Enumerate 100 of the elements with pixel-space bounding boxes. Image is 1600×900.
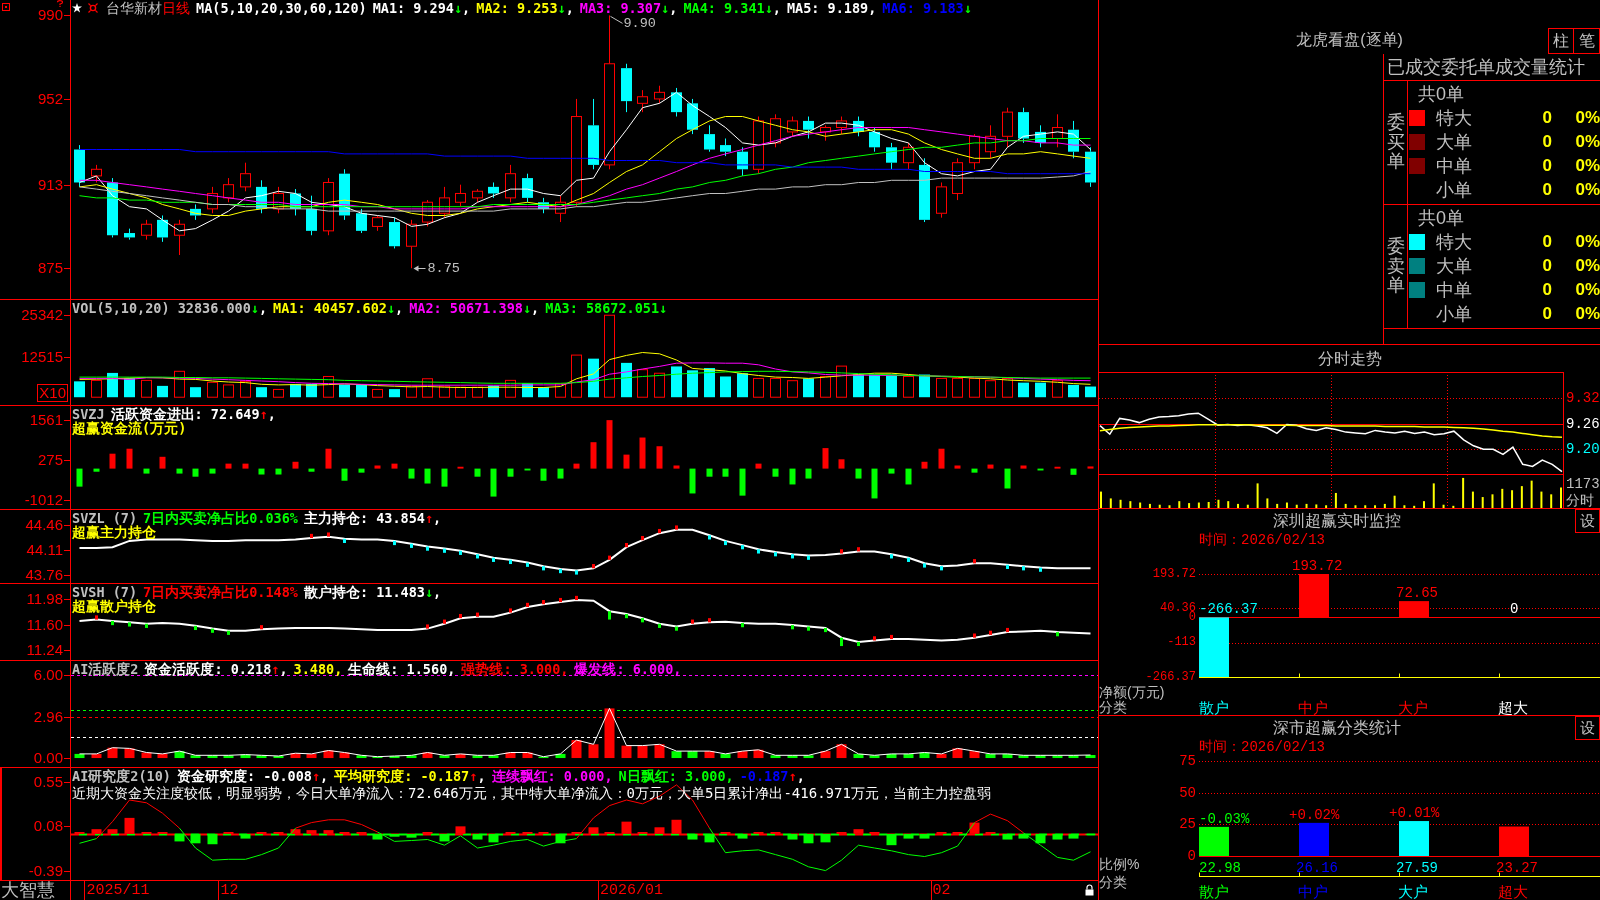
legend-entry: 超赢散户持仓 — [72, 599, 156, 613]
star-icon — [72, 3, 82, 13]
order-share: 0% — [1575, 280, 1600, 300]
research-bar — [389, 833, 400, 837]
order-type: 中单 — [1436, 155, 1472, 177]
research-bar — [886, 833, 897, 846]
signal-tick — [641, 618, 644, 623]
axis-label: 25 — [1179, 817, 1196, 832]
activity-bar — [389, 755, 400, 759]
axis-label: 40.36 — [1160, 603, 1196, 613]
signal-tick — [128, 622, 131, 627]
activity-bar — [903, 753, 914, 759]
flow-bar — [673, 465, 680, 469]
research-bar — [1035, 833, 1046, 844]
candle — [306, 195, 317, 236]
signal-tick — [260, 625, 263, 630]
candle — [372, 214, 383, 232]
volume-bar — [74, 381, 85, 398]
chart-pane[interactable]: 1561 275 -1012 SVZJ 活跃资金进出: 72.649↑, 超赢资金流(万元) — [0, 405, 1098, 509]
legend-entry: 超赢资金流(万元) — [72, 421, 187, 435]
volume-bar — [588, 358, 599, 398]
candle — [273, 186, 284, 214]
signal-tick — [95, 615, 98, 620]
flow-bar — [606, 420, 613, 469]
volume-bar — [157, 385, 168, 398]
volume-caption: 分时 — [1566, 493, 1594, 507]
volume-bar — [555, 383, 566, 398]
value-label: 0 — [1510, 602, 1519, 617]
flow-bar — [706, 468, 713, 477]
table-title: 已成交委托单成交量统计 — [1387, 56, 1585, 78]
chart-pane[interactable]: 44.46 44.11 43.76 SVZL (7) 7日内买卖净占比0.036% 主力持仓: 43.854↑, 超赢主力持仓 — [0, 509, 1098, 583]
legend-entry: 7日内买卖净占比0.036% — [143, 511, 298, 525]
signal-tick — [857, 547, 860, 552]
legend-entry: MA2: 9.253↓, — [476, 1, 574, 15]
candle — [290, 188, 301, 216]
signal-tick — [873, 636, 876, 641]
volume-bar — [1035, 382, 1046, 398]
flow-bar — [838, 459, 845, 469]
activity-bar — [488, 755, 499, 759]
legend-entry: 3.480, — [293, 662, 343, 676]
signal-tick — [625, 543, 628, 548]
candle — [107, 177, 118, 238]
axis-label: 50 — [1179, 785, 1196, 800]
date-label: 2025/11 — [86, 883, 150, 898]
signal-tick — [840, 637, 843, 647]
mode-button[interactable]: 柱 — [1548, 28, 1574, 54]
chart-pane[interactable]: 990 952 913 875 9.90 8.75 台华新材日线 MA(5,10,20,30,60,120) MA1: 9.294↓, MA2: 9.253↓, MA3: 9.307↓, MA4: 9.341↓, MA5: 9.189, MA6: 9.183↓ — [0, 0, 1098, 299]
research-bar — [207, 833, 218, 845]
research-bar — [671, 819, 682, 834]
signal-tick — [459, 614, 462, 619]
volume-bar — [422, 378, 433, 398]
category-label: 大户 — [1398, 700, 1428, 715]
flow-bar — [325, 448, 332, 469]
volume-bar — [389, 389, 400, 398]
flow-bar — [722, 468, 729, 477]
flow-bar — [954, 465, 961, 469]
volume-bar — [356, 384, 367, 398]
research-bar — [555, 833, 566, 844]
volume-label: 1173 — [1566, 477, 1600, 491]
order-type: 小单 — [1436, 303, 1472, 325]
settings-button[interactable]: 设 — [1575, 509, 1600, 533]
axis-title: 分类 — [1099, 700, 1127, 714]
flow-bar — [1087, 466, 1094, 469]
legend-entry: MA(5,10,20,30,60,120) — [196, 1, 367, 15]
activity-bar — [522, 752, 533, 759]
signal-tick — [675, 525, 678, 530]
signal-tick — [824, 627, 827, 633]
legend-entry: MA5: 9.189, — [786, 1, 877, 15]
signal-tick — [426, 546, 429, 551]
volume-bar — [91, 379, 102, 398]
candle — [240, 162, 251, 192]
axis-label: 2.96 — [33, 711, 63, 724]
activity-bar — [787, 755, 798, 759]
chart-pane[interactable]: 25342 12515 X10 VOL(5,10,20) 32836.000↓, MA1: 40457.602↓, MA2: 50671.398↓, MA3: 58672.051↓ — [0, 299, 1098, 405]
axis-label: 193.72 — [1152, 569, 1196, 579]
volume-bar — [869, 374, 880, 398]
activity-bar — [952, 748, 963, 759]
candle — [737, 146, 748, 177]
signal-tick — [757, 549, 760, 554]
legend-entry: 资金研究度: -0.008↑, — [176, 769, 329, 783]
signal-tick — [194, 625, 197, 630]
date-label: 12 — [220, 883, 239, 898]
signal-tick — [526, 562, 529, 567]
chart-pane[interactable]: 11.98 11.60 11.24 SVSH (7) 7日内买卖净占比0.148% 散户持仓: 11.483↓, 超赢散户持仓 — [0, 583, 1098, 660]
signal-tick — [459, 550, 462, 555]
volume-bar — [505, 379, 516, 398]
candle — [472, 188, 483, 203]
volume-bar — [1068, 384, 1079, 398]
ratio-bar — [1199, 826, 1229, 856]
research-bar — [406, 833, 417, 838]
settings-button[interactable]: 设 — [1575, 716, 1600, 740]
research-bar — [472, 833, 483, 840]
axis-title: 净额(万元) — [1099, 685, 1165, 699]
flow-bar — [358, 468, 365, 473]
flow-bar — [1054, 466, 1061, 469]
volume-bar — [704, 368, 715, 398]
flow-bar — [391, 463, 398, 469]
axis-label: 11.24 — [26, 644, 63, 657]
mode-button[interactable]: 笔 — [1574, 28, 1600, 54]
chart-pane[interactable]: 6.00 2.96 0.00 AI活跃度2 资金活跃度: 0.218↑, 3.480, 生命线: 1.560, 强势线: 3.000, 爆发线: 6.000, — [0, 660, 1098, 767]
